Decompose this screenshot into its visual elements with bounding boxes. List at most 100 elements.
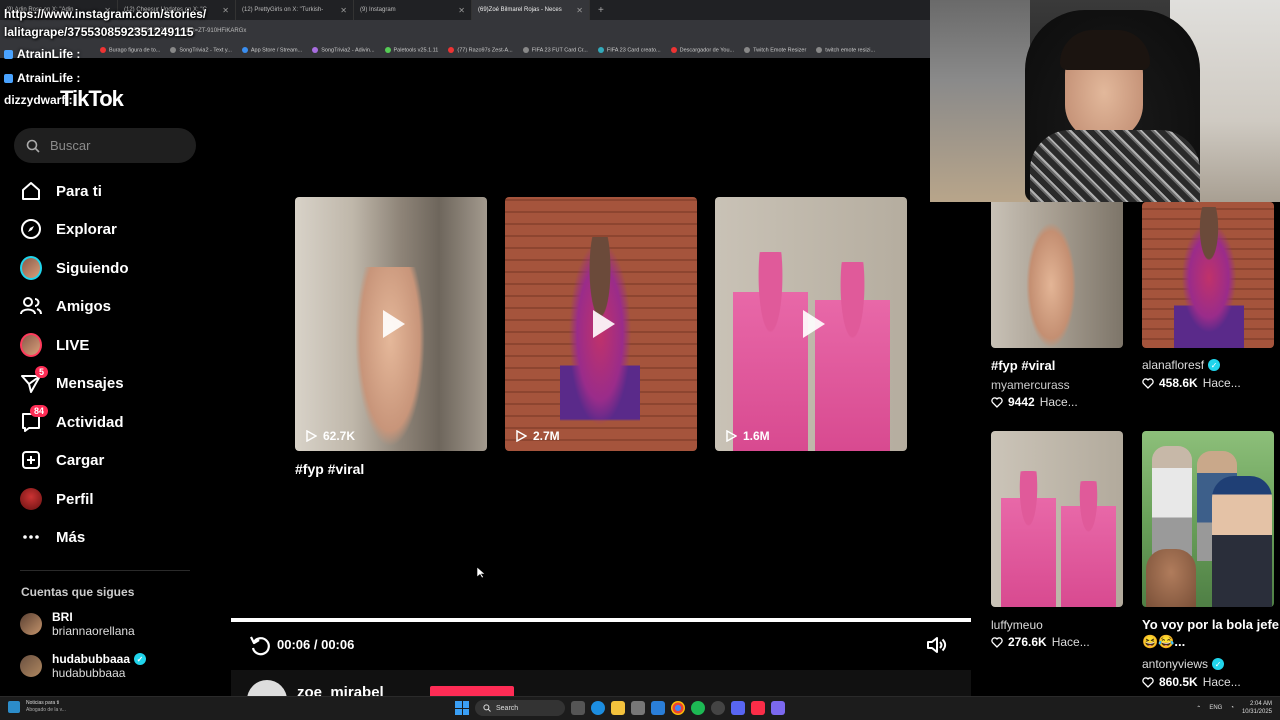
- nav-amigos[interactable]: Amigos: [20, 291, 200, 321]
- author-strip: zoe_mirabel: [231, 670, 971, 696]
- play-icon: [383, 310, 405, 338]
- related-video-caption[interactable]: Yo voy por la bola jefe 😆😂...: [1142, 616, 1280, 650]
- windows-taskbar: Noticias para ti Abogado de la v... Searc…: [0, 696, 1280, 720]
- volume-icon[interactable]: [925, 634, 947, 656]
- related-video-card[interactable]: [1142, 431, 1274, 607]
- browser-tab[interactable]: (9) Instagram ✕: [354, 0, 472, 20]
- app-icon[interactable]: [631, 701, 645, 715]
- related-video-card[interactable]: [991, 202, 1123, 348]
- more-icon: [20, 526, 42, 548]
- taskbar-search[interactable]: Search: [475, 700, 565, 716]
- play-small-icon: [306, 430, 317, 442]
- nav-cargar[interactable]: Cargar: [20, 445, 200, 475]
- music-icon[interactable]: [751, 701, 765, 715]
- avatar: [20, 655, 42, 677]
- search-icon: [483, 704, 491, 712]
- nav-label: LIVE: [56, 336, 90, 354]
- spotify-icon[interactable]: [691, 701, 705, 715]
- bookmark[interactable]: (77) Razo97s Zest-A...: [448, 46, 513, 53]
- video-card[interactable]: 2.7M: [505, 197, 697, 451]
- chat-url-line: https://www.instagram.com/stories/: [4, 7, 207, 21]
- video-card[interactable]: 1.6M: [715, 197, 907, 451]
- person-shape: [733, 252, 808, 451]
- mouse-cursor-icon: [477, 567, 485, 579]
- search-icon: [26, 139, 40, 153]
- bookmark[interactable]: SongTrivia2 - Adivin...: [312, 46, 375, 53]
- nav-label: Amigos: [56, 297, 112, 315]
- bookmark[interactable]: FIFA 23 Card creato...: [597, 46, 661, 53]
- bookmark[interactable]: App Store / Stream...: [241, 46, 302, 53]
- file-explorer-icon[interactable]: [611, 701, 625, 715]
- following-account[interactable]: BRI briannaorellana: [20, 610, 135, 638]
- teams-icon[interactable]: [771, 701, 785, 715]
- task-view-icon[interactable]: [571, 701, 585, 715]
- bookmark[interactable]: SongTrivia2 - Text y...: [170, 46, 232, 53]
- nav-actividad[interactable]: 84 Actividad: [20, 405, 200, 437]
- related-video-user[interactable]: antonyviews ✓: [1142, 657, 1225, 671]
- related-video-likes: 458.6K Hace...: [1142, 376, 1241, 390]
- nav-para-ti[interactable]: Para ti: [20, 176, 200, 206]
- divider: [20, 570, 190, 571]
- related-video-user[interactable]: luffymeuo: [991, 618, 1043, 632]
- play-small-icon: [726, 430, 737, 442]
- activity-icon: 84: [20, 405, 48, 433]
- bookmark[interactable]: twitch emote resizi...: [816, 46, 875, 53]
- close-icon[interactable]: ✕: [340, 6, 347, 15]
- system-clock[interactable]: 2:04 AM 10/31/2025: [1242, 700, 1272, 716]
- search-box[interactable]: [14, 128, 196, 163]
- chevron-up-icon[interactable]: ⌃: [1196, 705, 1201, 712]
- bookmark[interactable]: Twitch Emote Resizer: [744, 46, 806, 53]
- news-widget[interactable]: Noticias para ti Abogado de la v...: [8, 700, 66, 714]
- webcam-overlay: [930, 0, 1280, 202]
- related-video-card[interactable]: [1142, 202, 1274, 348]
- browser-tab[interactable]: (12) PrettyGirls on X: "Turkish- ✕: [236, 0, 354, 20]
- replay-icon[interactable]: [249, 634, 271, 656]
- bookmark[interactable]: Descargador de You...: [670, 46, 734, 53]
- follow-button[interactable]: [430, 686, 514, 696]
- wifi-icon[interactable]: ◔: [1230, 705, 1234, 711]
- nav-siguiendo[interactable]: Siguiendo: [20, 253, 200, 283]
- edge-icon[interactable]: [591, 701, 605, 715]
- obs-icon[interactable]: [711, 701, 725, 715]
- video-card[interactable]: 62.7K: [295, 197, 487, 451]
- close-icon[interactable]: ✕: [458, 6, 465, 15]
- bookmark[interactable]: Paletools v25.1.11: [384, 46, 438, 53]
- nav-mensajes[interactable]: 5 Mensajes: [20, 366, 200, 398]
- hand-shape: [355, 267, 425, 447]
- chat-badge-icon: [4, 49, 13, 59]
- store-icon[interactable]: [651, 701, 665, 715]
- windows-start-icon[interactable]: [455, 701, 469, 715]
- related-video-user[interactable]: myamercurass: [991, 378, 1070, 392]
- author-name[interactable]: zoe_mirabel: [297, 684, 384, 696]
- notification-badge: 5: [34, 366, 48, 378]
- nav-live[interactable]: LIVE: [20, 330, 200, 360]
- related-video-likes: 9442 Hace...: [991, 395, 1078, 409]
- nav-perfil[interactable]: Perfil: [20, 484, 200, 514]
- related-video-user[interactable]: alanafloresf ✓: [1142, 358, 1221, 372]
- playback-time: 00:06 / 00:06: [277, 637, 355, 652]
- view-count: 62.7K: [305, 429, 355, 443]
- search-input[interactable]: [50, 138, 180, 153]
- related-video-card[interactable]: [991, 431, 1123, 607]
- tiktok-logo[interactable]: TikTok: [60, 86, 124, 112]
- nav-explorar[interactable]: Explorar: [20, 214, 200, 244]
- video-caption[interactable]: #fyp #viral: [295, 461, 364, 477]
- bookmark[interactable]: Burago figura de to...: [100, 46, 160, 53]
- chrome-icon[interactable]: [671, 701, 685, 715]
- discord-icon[interactable]: [731, 701, 745, 715]
- nav-mas[interactable]: Más: [20, 522, 200, 552]
- close-icon[interactable]: ✕: [576, 6, 583, 15]
- tab-title: (12) PrettyGirls on X: "Turkish-: [242, 7, 324, 13]
- following-section-title: Cuentas que sigues: [21, 585, 135, 599]
- new-tab-icon[interactable]: +: [590, 5, 612, 16]
- following-account[interactable]: hudabubbaaa ✓ hudabubbaaa: [20, 652, 147, 680]
- nav-label: Actividad: [56, 413, 124, 431]
- lang-indicator[interactable]: ENG: [1209, 705, 1222, 711]
- avatar[interactable]: [247, 680, 287, 696]
- close-icon[interactable]: ✕: [222, 6, 229, 15]
- bookmark[interactable]: FIFA 23 FUT Card Cr...: [522, 46, 588, 53]
- browser-tab-active[interactable]: (69)Zoé Bilmarel Rojas - Neces ✕: [472, 0, 590, 20]
- play-icon: [593, 310, 615, 338]
- verified-icon: ✓: [134, 653, 147, 665]
- related-video-caption[interactable]: #fyp #viral: [991, 357, 1131, 374]
